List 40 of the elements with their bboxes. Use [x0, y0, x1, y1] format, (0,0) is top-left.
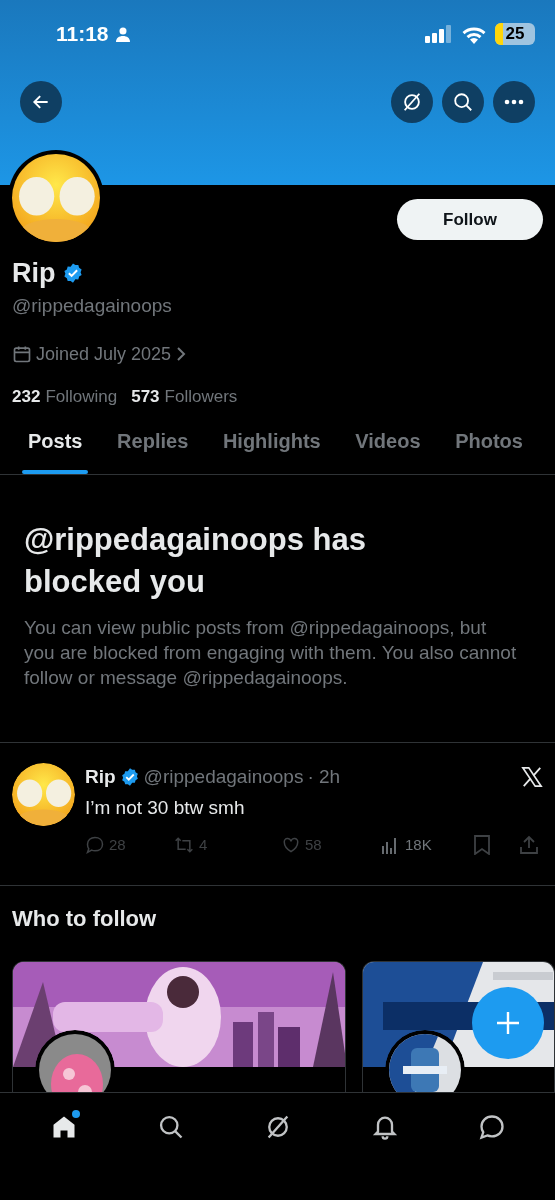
blocked-description: You can view public posts from @rippedagainoops, but you are blocked from engaging with them. You also cannot follow or message @rippedagainoops. [24, 616, 518, 690]
post-text: I’m not 30 btw smh [85, 795, 246, 820]
reply-count: 28 [109, 835, 126, 855]
following-count: 232 [12, 385, 41, 408]
section-heading: Who to follow [12, 904, 158, 933]
views-chart-icon[interactable] [381, 836, 399, 855]
status-time: 11:18 [56, 21, 109, 48]
chevron-right-icon [175, 346, 188, 362]
grok-button[interactable] [391, 81, 433, 123]
post-author: Rip [85, 765, 116, 789]
back-button[interactable] [20, 81, 62, 123]
following-label[interactable]: Following [45, 383, 118, 409]
calendar-icon [12, 344, 32, 364]
profile-tab[interactable]: Highlights [214, 426, 329, 470]
profile-tab[interactable]: Photos [447, 426, 531, 470]
more-icon [504, 99, 524, 105]
post-time: · 2h [307, 765, 341, 789]
more-button[interactable] [493, 81, 535, 123]
view-count: 18K [405, 835, 432, 855]
profile-tab[interactable]: Videos [347, 426, 429, 470]
follow-button[interactable]: Follow [397, 199, 543, 240]
battery-indicator: 25 [495, 23, 535, 45]
person-icon [114, 26, 131, 42]
blocked-heading: @rippedagainoops has blocked you [24, 521, 367, 601]
profile-tab[interactable]: Posts [20, 426, 91, 470]
followers-count: 573 [131, 385, 160, 408]
x-logo-icon [521, 766, 543, 789]
search-icon [452, 91, 474, 113]
speech-bubble-icon [477, 1113, 506, 1141]
profile-handle: @rippedagainoops [12, 294, 172, 318]
post-handle: @rippedagainoops [143, 765, 304, 789]
followers-label[interactable]: Followers [164, 383, 238, 409]
like-count: 58 [305, 835, 322, 855]
profile-tab[interactable]: Replies [109, 426, 197, 470]
signal-icon [425, 25, 453, 43]
repost-count: 4 [199, 835, 208, 855]
search-button[interactable] [442, 81, 484, 123]
profile-name: Rip [12, 256, 56, 290]
joined-date: Joined July 2025 [36, 342, 172, 366]
slashed-circle-icon [401, 91, 423, 113]
